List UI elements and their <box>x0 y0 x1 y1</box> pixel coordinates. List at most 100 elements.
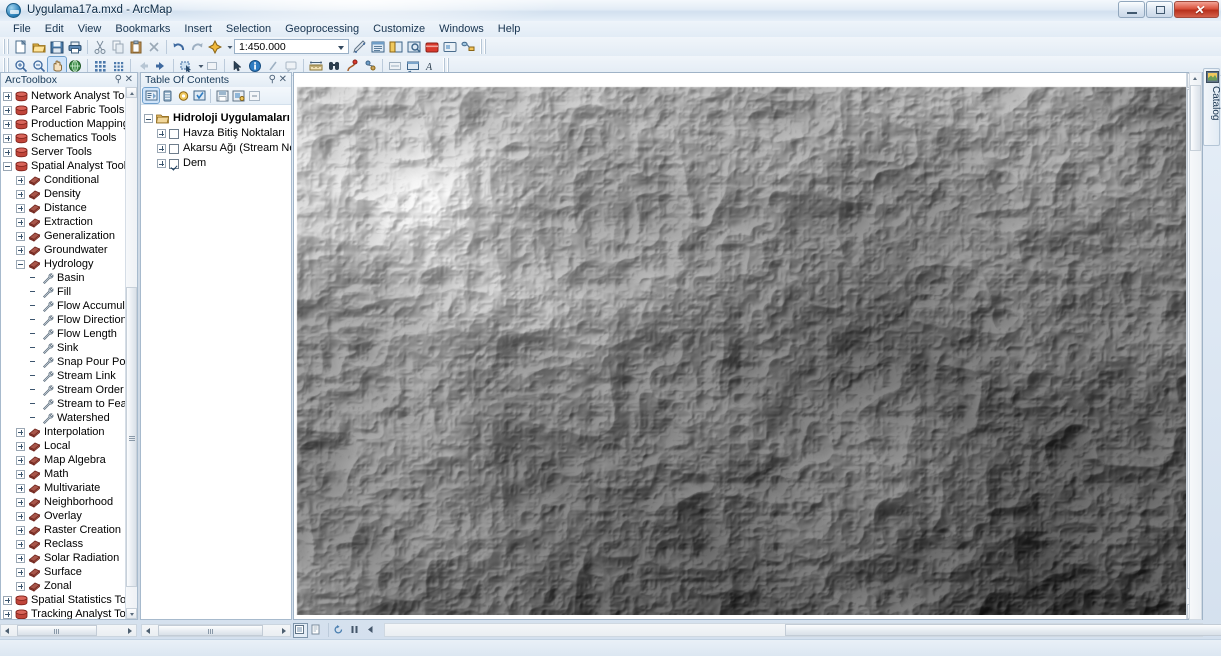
collapse-icon[interactable] <box>16 259 25 269</box>
toc-layer-item[interactable]: Havza Bitiş Noktaları <box>144 126 291 141</box>
toolbox-tree-item[interactable]: Density <box>3 187 137 201</box>
toolbox-tree-item[interactable]: Zonal <box>3 579 137 593</box>
toolbox-tree-item[interactable]: Raster Creation <box>3 523 137 537</box>
expand-icon[interactable] <box>16 441 25 451</box>
toc-layer-item[interactable]: Hidroloji Uygulamaları <box>144 111 291 126</box>
menu-view[interactable]: View <box>71 21 109 37</box>
toolbox-tree-item[interactable]: Flow Length <box>3 327 137 341</box>
undo-icon[interactable] <box>170 38 188 55</box>
open-folder-icon[interactable] <box>30 38 48 55</box>
toolbox-tree-item[interactable]: Conditional <box>3 173 137 187</box>
toolbox-horizontal-scrollbar[interactable] <box>0 624 137 637</box>
collapse-icon[interactable] <box>3 161 12 171</box>
toolbox-tree-item[interactable]: Spatial Analyst Tools <box>3 159 137 173</box>
toolbox-tree-item[interactable]: Math <box>3 467 137 481</box>
chevron-down-icon[interactable] <box>338 46 344 50</box>
scroll-thumb[interactable] <box>785 624 1221 636</box>
toolbox-tree-item[interactable]: Generalization <box>3 229 137 243</box>
scroll-left-button[interactable] <box>142 625 154 636</box>
toolbox-tree-item[interactable]: Flow Direction <box>3 313 137 327</box>
scroll-left-button[interactable] <box>1 625 13 636</box>
toolbox-tree-item[interactable]: Surface <box>3 565 137 579</box>
expand-icon[interactable] <box>3 609 12 619</box>
menu-windows[interactable]: Windows <box>432 21 491 37</box>
toolbox-tree-item[interactable]: Snap Pour Point <box>3 355 137 369</box>
toolbox-tree-item[interactable]: Stream to Featur <box>3 397 137 411</box>
toolbox-tree-item[interactable]: Network Analyst Tools <box>3 89 137 103</box>
close-icon[interactable]: ✕ <box>279 74 287 86</box>
python-window-icon[interactable] <box>441 38 459 55</box>
options-icon[interactable] <box>214 88 230 103</box>
save-icon[interactable] <box>48 38 66 55</box>
scroll-thumb[interactable] <box>1190 85 1201 151</box>
menu-geoprocessing[interactable]: Geoprocessing <box>278 21 366 37</box>
expand-icon[interactable] <box>16 189 25 199</box>
toolbox-tree-item[interactable]: Tracking Analyst Tools <box>3 607 137 619</box>
editor-toolbar-icon[interactable] <box>351 38 369 55</box>
expand-icon[interactable] <box>16 483 25 493</box>
toolbox-tree-item[interactable]: Interpolation <box>3 425 137 439</box>
add-basemap-icon[interactable] <box>230 88 246 103</box>
list-by-source-icon[interactable] <box>159 88 175 103</box>
toc-layer-item[interactable]: Akarsu Ağı (Stream Netwo <box>144 141 291 156</box>
toolbox-tree-item[interactable]: Extraction <box>3 215 137 229</box>
expand-icon[interactable] <box>16 525 25 535</box>
expand-icon[interactable] <box>16 581 25 591</box>
expand-icon[interactable] <box>3 105 12 115</box>
menu-file[interactable]: File <box>6 21 38 37</box>
model-builder-icon[interactable] <box>459 38 477 55</box>
minimize-button[interactable] <box>1118 1 1145 18</box>
scroll-up-button[interactable] <box>1190 73 1201 84</box>
right-dock-scroll[interactable] <box>1189 72 1202 620</box>
scroll-up-button[interactable] <box>126 87 137 98</box>
list-by-drawing-order-icon[interactable] <box>142 87 160 104</box>
expand-icon[interactable] <box>16 245 25 255</box>
print-icon[interactable] <box>66 38 84 55</box>
new-document-icon[interactable] <box>12 38 30 55</box>
menu-edit[interactable]: Edit <box>38 21 71 37</box>
expand-icon[interactable] <box>157 129 166 138</box>
toolbox-tree-item[interactable]: Neighborhood <box>3 495 137 509</box>
delete-icon[interactable] <box>145 38 163 55</box>
toolbox-vertical-scrollbar[interactable] <box>125 87 137 619</box>
toolbar-grip[interactable] <box>443 58 450 73</box>
scroll-right-button[interactable] <box>124 625 136 636</box>
menu-customize[interactable]: Customize <box>366 21 432 37</box>
toc-extra-icon[interactable] <box>246 88 262 103</box>
toolbox-tree-item[interactable]: Basin <box>3 271 137 285</box>
arctoolbox-icon[interactable] <box>423 38 441 55</box>
previous-extent-button[interactable] <box>364 623 379 638</box>
expand-icon[interactable] <box>16 217 25 227</box>
expand-icon[interactable] <box>16 567 25 577</box>
scroll-thumb[interactable] <box>17 625 97 636</box>
expand-icon[interactable] <box>16 469 25 479</box>
expand-icon[interactable] <box>16 539 25 549</box>
expand-icon[interactable] <box>16 511 25 521</box>
expand-icon[interactable] <box>16 497 25 507</box>
map-canvas[interactable] <box>294 85 1187 615</box>
toolbox-tree-item[interactable]: Spatial Statistics Tools <box>3 593 137 607</box>
toolbox-tree-item[interactable]: Flow Accumulati <box>3 299 137 313</box>
map-frame[interactable] <box>293 72 1203 620</box>
toolbox-tree-item[interactable]: Overlay <box>3 509 137 523</box>
expand-icon[interactable] <box>16 175 25 185</box>
layer-visibility-checkbox[interactable] <box>169 128 179 139</box>
toolbox-tree-item[interactable]: Fill <box>3 285 137 299</box>
toolbox-tree-item[interactable]: Solar Radiation <box>3 551 137 565</box>
map-scale-combobox[interactable]: 1:450.000 <box>234 39 349 54</box>
toolbox-tree-item[interactable]: Sink <box>3 341 137 355</box>
catalog-tab[interactable]: Catalog <box>1203 68 1221 146</box>
toolbox-tree-item[interactable]: Multivariate <box>3 481 137 495</box>
toolbox-tree-item[interactable]: Watershed <box>3 411 137 425</box>
scroll-down-button[interactable] <box>126 608 137 619</box>
cut-icon[interactable] <box>91 38 109 55</box>
toolbox-tree-item[interactable]: Groundwater <box>3 243 137 257</box>
toolbar-grip[interactable] <box>3 58 10 73</box>
expand-icon[interactable] <box>3 147 12 157</box>
scroll-track[interactable] <box>154 625 278 636</box>
expand-icon[interactable] <box>157 159 166 168</box>
layout-view-button[interactable] <box>309 623 324 638</box>
toolbox-tree-item[interactable]: Map Algebra <box>3 453 137 467</box>
refresh-view-button[interactable] <box>332 623 347 638</box>
expand-icon[interactable] <box>3 91 12 101</box>
